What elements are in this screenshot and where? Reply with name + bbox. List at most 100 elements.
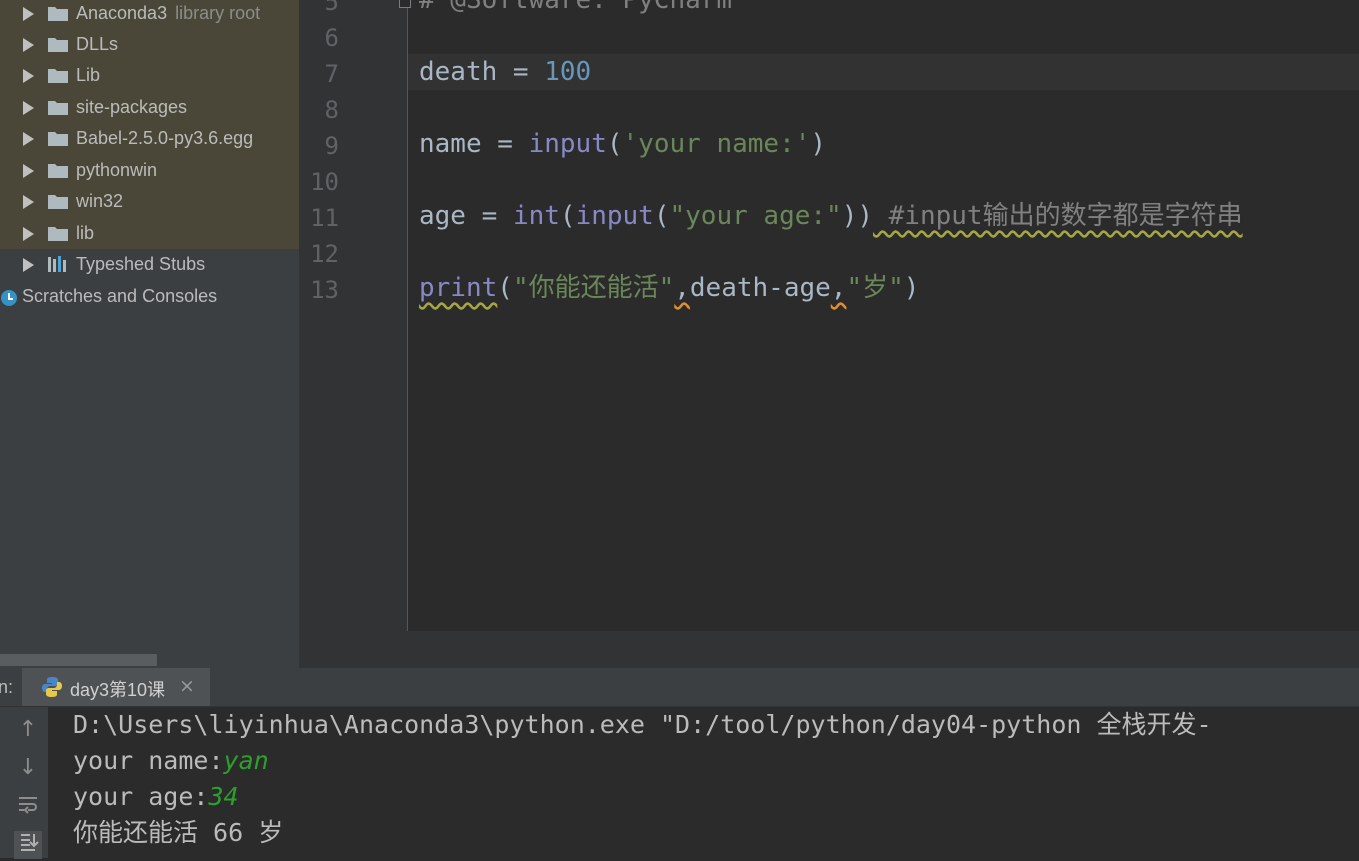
code-line-9: name = input('your name:')	[419, 126, 826, 162]
console-line-name: your name:yan	[73, 743, 269, 779]
folder-icon	[48, 164, 68, 178]
expand-arrow-icon[interactable]	[23, 164, 34, 178]
tree-item-anaconda3[interactable]: Anaconda3 library root	[0, 0, 299, 29]
tree-item-label: site-packages	[76, 97, 188, 117]
tree-item-site-packages[interactable]: site-packages	[0, 92, 299, 123]
run-tool-window-header: n: day3第10课 ×	[0, 668, 1359, 707]
token-builtin: input	[575, 201, 654, 231]
fold-icon[interactable]	[399, 0, 411, 8]
token-var: age	[419, 201, 466, 231]
line-number: 13	[310, 276, 339, 304]
gutter-divider	[407, 0, 408, 631]
code-line-13: print("你能还能活",death-age,"岁")	[419, 270, 919, 306]
token-var: death	[419, 57, 498, 87]
tree-horizontal-scrollbar[interactable]	[0, 654, 157, 666]
code-editor[interactable]: 5 6 7 8 9 10 11 12 13 # @Software: PyCha…	[299, 0, 1359, 668]
run-label: n:	[0, 677, 14, 697]
token-paren: (	[497, 273, 513, 303]
arrow-up-icon[interactable]: ↑	[14, 716, 42, 744]
console-output[interactable]: D:\Users\liyinhua\Anaconda3\python.exe "…	[49, 707, 1359, 858]
folder-icon	[48, 38, 68, 52]
token-paren: (	[559, 201, 576, 231]
folder-icon	[48, 227, 68, 241]
editor-bottom-bar	[299, 631, 1359, 668]
token-paren: (	[653, 201, 670, 231]
line-number: 7	[324, 60, 339, 88]
folder-icon	[48, 69, 68, 83]
library-root-hint: library root	[175, 3, 261, 23]
token-var: name	[419, 129, 482, 159]
python-icon	[42, 677, 62, 697]
tree-item-babel[interactable]: Babel-2.5.0-py3.6.egg	[0, 123, 299, 154]
token-string: 'your name:'	[622, 129, 811, 159]
code-line-7: death = 100	[419, 54, 591, 90]
tree-item-label: Typeshed Stubs	[76, 254, 206, 274]
token-comma: ,	[674, 273, 690, 303]
expand-arrow-icon[interactable]	[23, 7, 34, 21]
console-prompt: your age:	[73, 782, 209, 811]
line-number: 9	[324, 132, 339, 160]
expand-arrow-icon[interactable]	[23, 69, 34, 83]
expand-arrow-icon[interactable]	[23, 258, 34, 272]
scratches-icon	[1, 290, 17, 306]
console-line-age: your age:34	[73, 779, 239, 815]
close-icon[interactable]: ×	[179, 675, 195, 697]
tree-item-typeshed-stubs[interactable]: Typeshed Stubs	[0, 249, 299, 280]
expand-arrow-icon[interactable]	[23, 195, 34, 209]
tree-item-label: pythonwin	[76, 160, 158, 180]
tree-item-lib[interactable]: Lib	[0, 60, 299, 91]
tree-item-scratches[interactable]: Scratches and Consoles	[0, 281, 299, 312]
token-string: "岁"	[846, 273, 904, 303]
expand-arrow-icon[interactable]	[23, 227, 34, 241]
token-paren: ))	[841, 201, 873, 231]
console-command-line: D:\Users\liyinhua\Anaconda3\python.exe "…	[73, 710, 1212, 739]
token-builtin: print	[419, 273, 498, 303]
run-side-toolbar: ↑ ↓	[0, 707, 49, 859]
folder-icon	[48, 195, 68, 209]
line-number: 12	[310, 240, 339, 268]
code-line-5: # @Software: PyCharm	[419, 0, 733, 15]
token-expr: death-age	[689, 273, 831, 303]
tree-item-pythonwin[interactable]: pythonwin	[0, 155, 299, 186]
folder-icon	[48, 7, 68, 21]
tree-item-lib-lower[interactable]: lib	[0, 218, 299, 249]
tree-item-label: lib	[76, 223, 95, 243]
line-number: 11	[310, 204, 339, 232]
run-tab-label: day3第10课	[70, 680, 166, 700]
folder-icon	[48, 101, 68, 115]
console-user-input: 34	[208, 782, 239, 811]
project-tree: Anaconda3 library root DLLs Lib site-pack…	[0, 0, 299, 668]
code-line-11: age = int(input("your age:")) #input输出的数…	[419, 198, 1243, 234]
run-tab[interactable]: day3第10课 ×	[22, 668, 210, 706]
token-builtin: int	[512, 201, 560, 231]
token-string: "你能还能活"	[512, 273, 675, 303]
scroll-to-end-icon[interactable]	[14, 831, 42, 859]
library-bars-icon	[48, 256, 66, 272]
console-result: 你能还能活 66 岁	[73, 818, 284, 847]
arrow-down-icon[interactable]: ↓	[14, 754, 42, 782]
tree-item-dlls[interactable]: DLLs	[0, 29, 299, 60]
line-number: 10	[310, 168, 339, 196]
token-builtin: input	[528, 129, 607, 159]
line-number: 6	[324, 24, 339, 52]
token-paren: )	[903, 273, 920, 303]
expand-arrow-icon[interactable]	[23, 132, 34, 146]
token-paren: )	[810, 129, 827, 159]
line-number: 8	[324, 96, 339, 124]
token-number: 100	[544, 57, 592, 87]
token-paren: (	[606, 129, 623, 159]
token-comma: ,	[830, 273, 847, 303]
token-op: =	[497, 57, 545, 87]
token-string: "your age:"	[669, 201, 842, 231]
tree-item-label: Babel-2.5.0-py3.6.egg	[76, 128, 254, 148]
line-number: 5	[324, 0, 339, 16]
soft-wrap-icon[interactable]	[14, 793, 42, 821]
tree-item-label: Lib	[76, 65, 101, 85]
console-user-input: yan	[223, 746, 269, 775]
expand-arrow-icon[interactable]	[23, 101, 34, 115]
tree-item-win32[interactable]: win32	[0, 186, 299, 217]
expand-arrow-icon[interactable]	[23, 38, 34, 52]
token-op: =	[481, 129, 529, 159]
token-op: =	[465, 201, 513, 231]
tree-item-label: Anaconda3	[76, 3, 168, 23]
